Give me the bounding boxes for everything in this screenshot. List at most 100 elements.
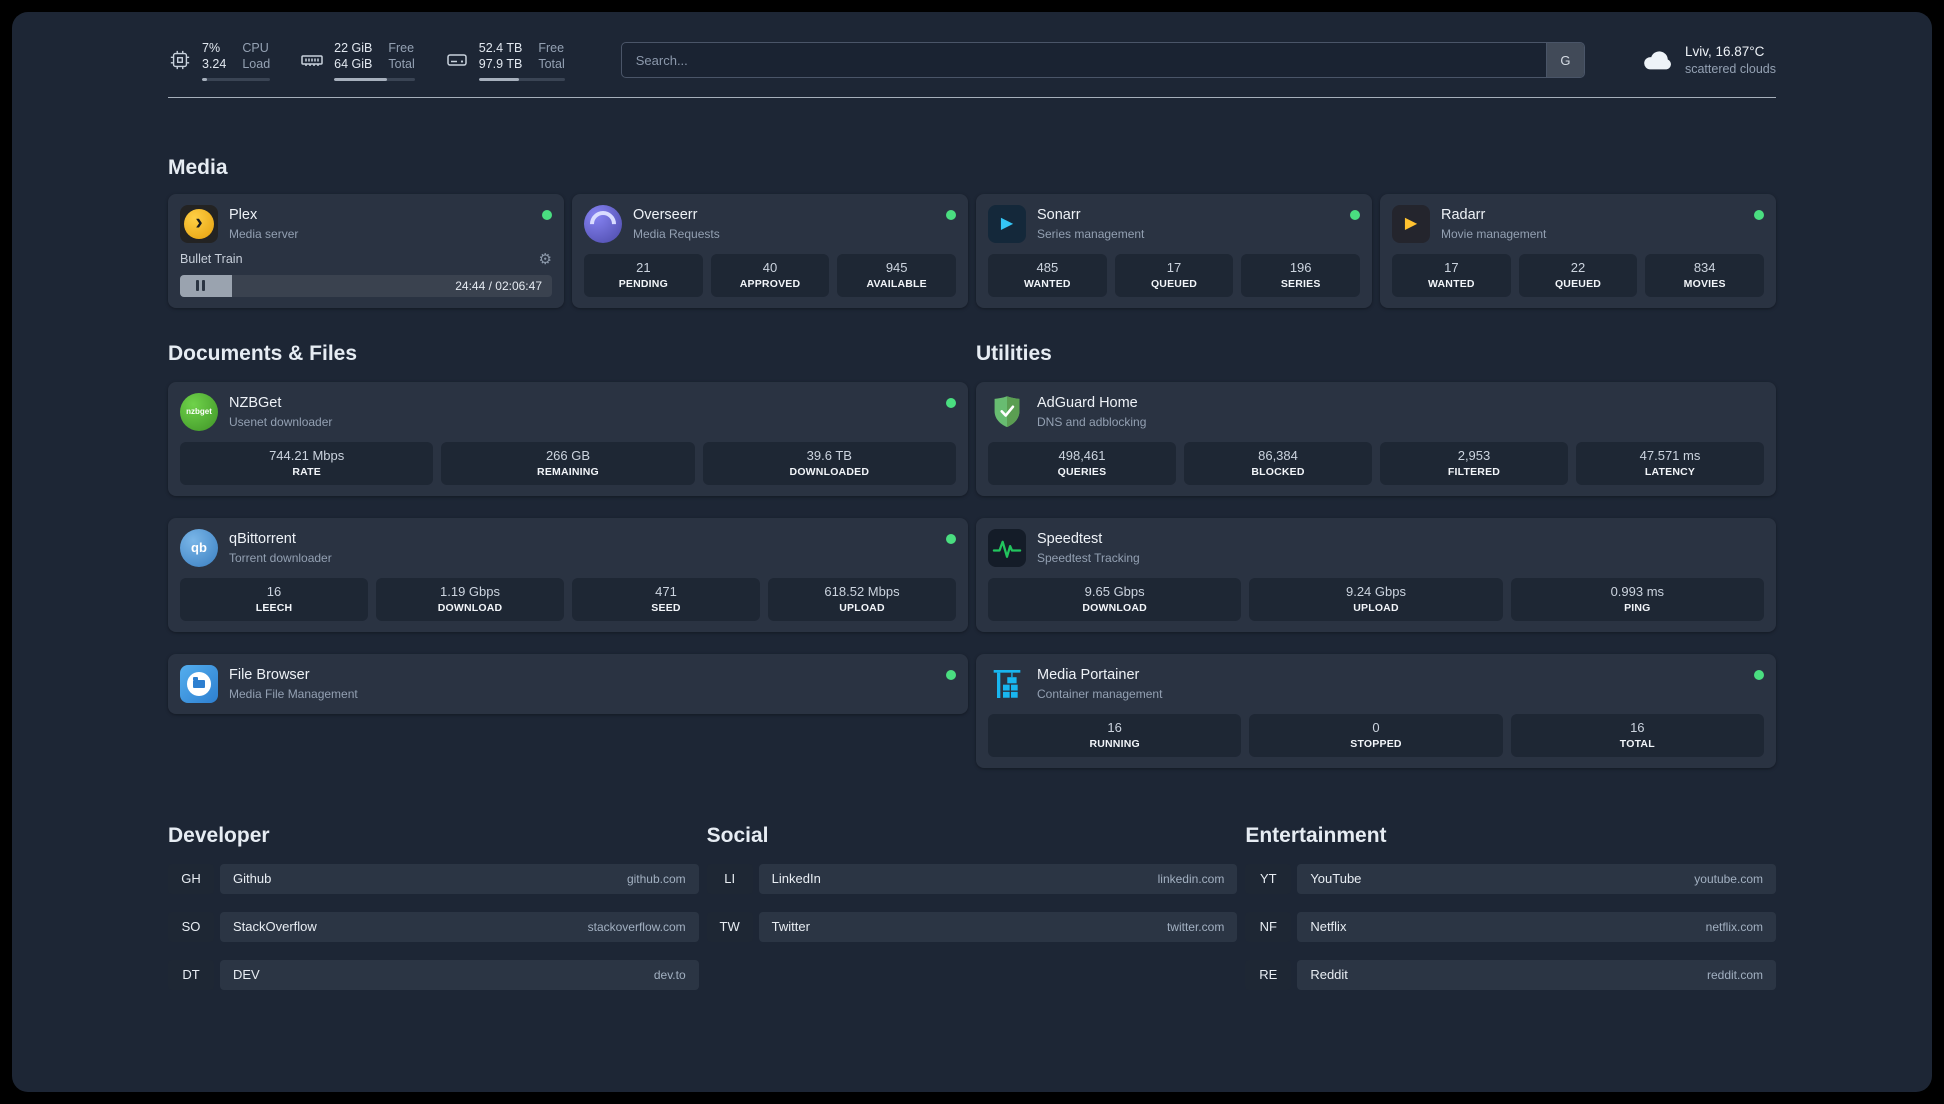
nzbget-icon: nzbget <box>180 392 218 431</box>
stat: 17 QUEUED <box>1114 253 1234 297</box>
bookmark-url: github.com <box>626 871 686 886</box>
now-playing-title: Bullet Train <box>180 251 243 266</box>
divider <box>168 96 1776 98</box>
service-card-radarr[interactable]: Radarr Movie management 17WANTED 22QUEUE… <box>1380 193 1776 308</box>
disk-progress-track <box>478 77 565 81</box>
stat: 945 AVAILABLE <box>837 253 957 297</box>
stat: 485 WANTED <box>988 253 1107 297</box>
status-dot <box>946 669 956 680</box>
bookmark-url: linkedin.com <box>1157 871 1225 886</box>
speedtest-icon <box>988 528 1026 567</box>
bookmark-url: reddit.com <box>1706 967 1763 982</box>
service-card-plex[interactable]: Plex Media server Bullet Train 24:44 / 0… <box>168 193 564 308</box>
bookmark-netflix[interactable]: NF Netflix netflix.com <box>1245 911 1776 942</box>
stat: 266 GB REMAINING <box>441 441 695 485</box>
bookmark-abbr: NF <box>1245 911 1292 942</box>
window-frame: 7% 3.24 CPU Load 22 GiB 64 GiB Free Tota… <box>0 0 1944 1104</box>
service-card-nzbget[interactable]: nzbget NZBGet Usenet downloader 744.21 M… <box>168 381 968 496</box>
bookmark-name: Reddit <box>1310 967 1348 982</box>
adguard-icon <box>988 393 1026 431</box>
search-bar: G <box>620 42 1585 79</box>
bookmark-linkedin[interactable]: LI LinkedIn linkedin.com <box>706 863 1238 894</box>
qbittorrent-icon: qb <box>180 528 218 567</box>
status-dot <box>946 533 956 544</box>
stat: 0.993 ms PING <box>1510 577 1764 621</box>
stat: 16 LEECH <box>180 577 368 621</box>
stat: 17 WANTED <box>1392 253 1511 297</box>
cpu-widget: 7% 3.24 CPU Load <box>168 40 271 81</box>
service-subtitle: Usenet downloader <box>229 414 333 429</box>
bookmark-abbr: DT <box>168 959 214 990</box>
dashboard: 7% 3.24 CPU Load 22 GiB 64 GiB Free Tota… <box>12 12 1932 1092</box>
weather-widget[interactable]: Lviv, 16.87°C scattered clouds <box>1641 43 1776 78</box>
bookmark-twitter[interactable]: TW Twitter twitter.com <box>706 911 1238 942</box>
bookmark-youtube[interactable]: YT YouTube youtube.com <box>1245 863 1776 894</box>
memory-total-value: 64 GiB <box>334 57 373 72</box>
service-title: Speedtest <box>1037 530 1103 547</box>
stat: 834 MOVIES <box>1645 253 1765 297</box>
service-card-adguard[interactable]: AdGuard Home DNS and adblocking 498,461 Q… <box>976 381 1776 496</box>
stat: 1.19 Gbps DOWNLOAD <box>376 577 564 621</box>
bookmark-group-entertainment: Entertainment YT YouTube youtube.com NF … <box>1245 824 1776 990</box>
bookmark-stackoverflow[interactable]: SO StackOverflow stackoverflow.com <box>168 911 699 942</box>
cpu-progress-track <box>202 77 271 81</box>
bookmark-github[interactable]: GH Github github.com <box>168 863 699 894</box>
service-title: Media Portainer <box>1037 666 1140 683</box>
settings-gear-icon[interactable] <box>539 250 552 268</box>
bookmark-name: Github <box>233 871 272 886</box>
service-card-sonarr[interactable]: Sonarr Series management 485WANTED 17QUE… <box>976 193 1372 308</box>
service-subtitle: Series management <box>1037 226 1145 241</box>
service-title: NZBGet <box>229 394 282 411</box>
bookmark-name: YouTube <box>1310 871 1362 886</box>
section-heading-utilities: Utilities <box>976 341 1052 365</box>
bookmark-name: DEV <box>233 967 260 982</box>
service-title: AdGuard Home <box>1037 394 1138 411</box>
section-heading-media: Media <box>168 155 228 179</box>
status-dot <box>1754 669 1764 680</box>
service-subtitle: Container management <box>1037 686 1163 701</box>
service-subtitle: Movie management <box>1441 226 1547 241</box>
stat: 196 SERIES <box>1241 253 1361 297</box>
stat: 21 PENDING <box>584 253 703 297</box>
service-card-qbittorrent[interactable]: qb qBittorrent Torrent downloader 16 LEEC… <box>168 517 968 632</box>
stat: 498,461 QUERIES <box>988 441 1176 485</box>
bookmark-url: dev.to <box>653 967 686 982</box>
service-title: Sonarr <box>1037 206 1081 223</box>
pause-button[interactable] <box>196 280 205 291</box>
search-input[interactable] <box>621 43 1546 78</box>
section-heading-social: Social <box>706 823 769 847</box>
bookmark-group-developer: Developer GH Github github.com SO StackO… <box>168 824 699 990</box>
memory-total-label: Total <box>388 57 415 72</box>
stat: 9.65 Gbps DOWNLOAD <box>988 577 1242 621</box>
disk-total-value: 97.9 TB <box>478 57 523 72</box>
service-card-speedtest[interactable]: Speedtest Speedtest Tracking 9.65 Gbps DO… <box>976 517 1776 632</box>
playback-progress-bar[interactable]: 24:44 / 02:06:47 <box>180 274 552 297</box>
bookmark-dev[interactable]: DT DEV dev.to <box>168 959 699 990</box>
playback-progress-fill <box>180 274 233 297</box>
memory-progress-fill <box>334 77 388 81</box>
playback-time: 24:44 / 02:06:47 <box>455 278 542 293</box>
weather-condition: scattered clouds <box>1684 61 1776 76</box>
service-card-overseerr[interactable]: Overseerr Media Requests 21 PENDING 40 APP… <box>572 193 968 308</box>
service-subtitle: Torrent downloader <box>229 550 332 565</box>
status-dot <box>1350 209 1360 220</box>
status-dot <box>542 209 552 220</box>
cpu-label: CPU <box>242 41 269 55</box>
disk-widget: 52.4 TB 97.9 TB Free Total <box>445 40 565 81</box>
radarr-icon <box>1392 204 1430 243</box>
service-card-portainer[interactable]: Media Portainer Container management 16 R… <box>976 653 1776 768</box>
cloud-icon <box>1641 45 1675 76</box>
stat: 471 SEED <box>572 577 760 621</box>
weather-location: Lviv, 16.87°C <box>1684 43 1765 59</box>
service-subtitle: Media File Management <box>229 686 358 701</box>
service-card-filebrowser[interactable]: File Browser Media File Management <box>168 653 968 714</box>
bookmark-reddit[interactable]: RE Reddit reddit.com <box>1245 959 1776 990</box>
overseerr-icon <box>584 204 622 243</box>
bookmark-abbr: RE <box>1245 959 1292 990</box>
disk-progress-fill <box>478 77 520 81</box>
section-heading-documents: Documents & Files <box>168 341 358 365</box>
search-provider-button[interactable]: G <box>1545 43 1584 78</box>
bookmark-url: stackoverflow.com <box>587 919 686 934</box>
service-title: Radarr <box>1441 206 1486 223</box>
plex-icon <box>180 204 218 243</box>
